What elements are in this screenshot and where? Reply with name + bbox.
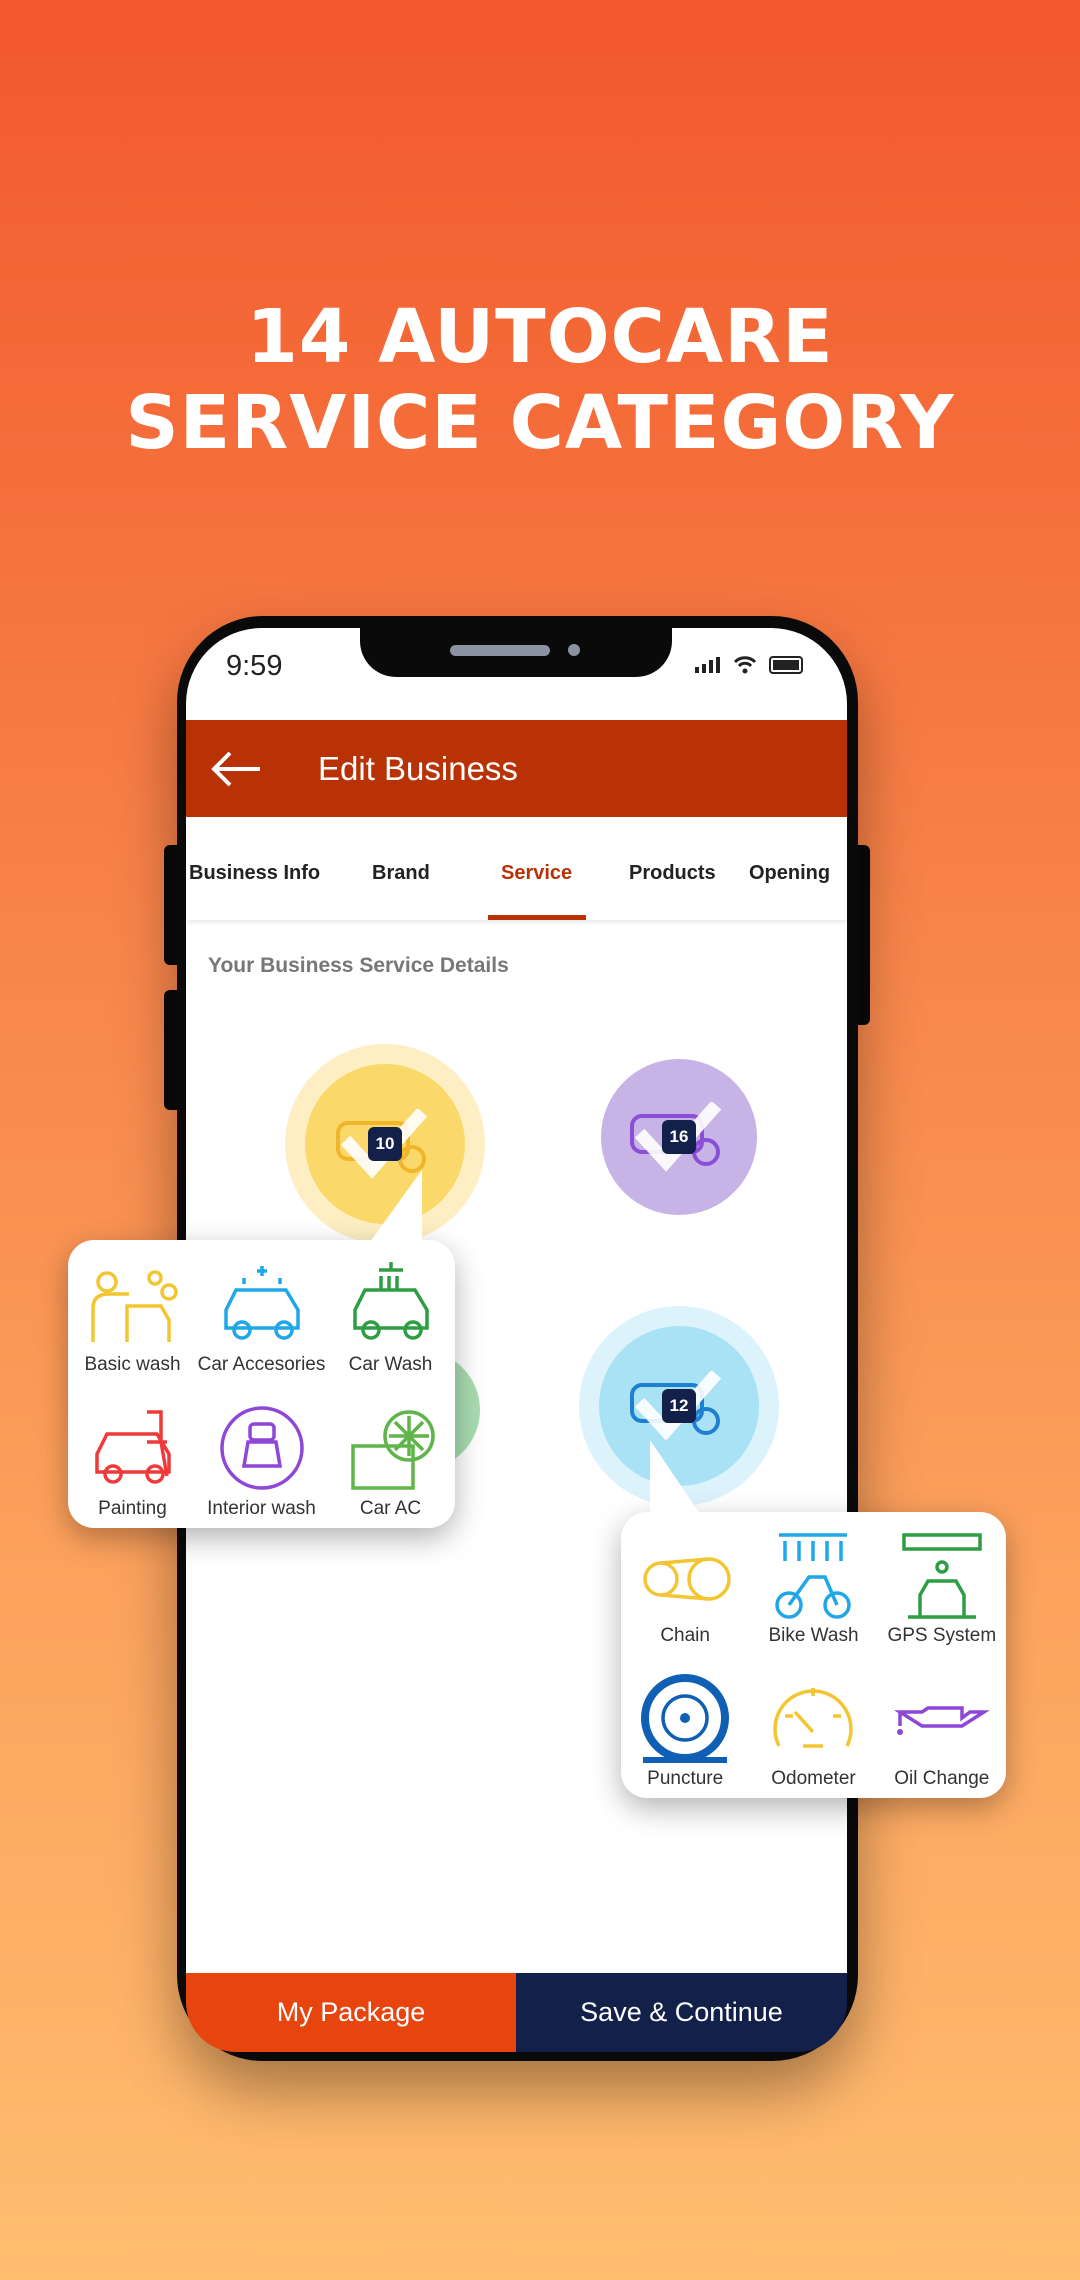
service-label: Interior wash	[207, 1498, 316, 1519]
service-car-accesories[interactable]: Car Accesories	[197, 1240, 326, 1384]
tab-service[interactable]: Service	[501, 862, 572, 885]
service-label: Odometer	[771, 1768, 856, 1789]
service-puncture[interactable]: Puncture	[621, 1655, 749, 1798]
section-title: Your Business Service Details	[208, 954, 509, 977]
service-chain[interactable]: Chain	[621, 1512, 749, 1655]
my-package-button[interactable]: My Package	[186, 1973, 516, 2052]
service-basic-wash[interactable]: Basic wash	[68, 1240, 197, 1384]
service-label: Bike Wash	[768, 1625, 859, 1646]
service-oil-change[interactable]: Oil Change	[878, 1655, 1006, 1798]
notch	[360, 628, 672, 677]
service-bike-wash[interactable]: Bike Wash	[749, 1512, 877, 1655]
service-label: Car AC	[359, 1498, 422, 1519]
service-car-wash[interactable]: Car Wash	[326, 1240, 455, 1384]
service-interior-wash[interactable]: Interior wash	[197, 1384, 326, 1528]
app-header: Edit Business	[186, 720, 847, 817]
camera	[568, 644, 580, 656]
service-car-ac[interactable]: Car AC	[326, 1384, 455, 1528]
service-label: Basic wash	[84, 1354, 181, 1375]
service-label: Car Accesories	[197, 1354, 326, 1375]
service-label: Oil Change	[894, 1768, 990, 1789]
tab-opening[interactable]: Opening	[749, 862, 830, 885]
snowflake-ac-icon	[350, 1410, 435, 1490]
page-title: Edit Business	[318, 749, 518, 787]
car-seat-icon	[219, 1406, 304, 1490]
person-washing-car-icon	[90, 1270, 178, 1342]
service-gps-system[interactable]: GPS System	[878, 1512, 1006, 1655]
bike-shower-icon	[775, 1533, 852, 1619]
service-label: GPS System	[887, 1625, 997, 1646]
popup-pointer	[650, 1440, 700, 1514]
wifi-icon	[733, 656, 757, 674]
arrow-left-icon[interactable]	[208, 749, 264, 789]
speaker	[450, 645, 550, 656]
service-label: Car Wash	[348, 1354, 433, 1375]
headline-line-2: SERVICE CATEGORY	[125, 380, 955, 466]
service-painting[interactable]: Painting	[68, 1384, 197, 1528]
tab-bar: Business Info Brand Service Products Ope…	[186, 817, 847, 920]
shower-car-icon	[352, 1262, 429, 1340]
status-icons	[695, 656, 805, 674]
count-badge: 10	[368, 1127, 402, 1161]
battery-icon	[769, 656, 803, 674]
tab-products[interactable]: Products	[629, 862, 716, 885]
oil-can-icon	[893, 1706, 990, 1735]
service-label: Chain	[660, 1625, 710, 1646]
bike-services-popup: Chain Bike Wash GPS System Puncture Odometer…	[621, 1512, 1006, 1798]
active-tab-indicator	[488, 915, 586, 920]
status-time: 9:59	[226, 650, 283, 682]
tab-business-info[interactable]: Business Info	[189, 862, 320, 885]
speedometer-icon	[773, 1688, 854, 1748]
gps-car-icon	[902, 1533, 982, 1619]
car-services-popup: Basic wash Car Accesories Car Wash Painting…	[68, 1240, 455, 1528]
save-continue-button[interactable]: Save & Continue	[516, 1973, 847, 2052]
count-badge: 12	[662, 1389, 696, 1423]
popup-pointer	[370, 1170, 422, 1242]
spray-gun-car-icon	[94, 1410, 171, 1484]
tab-brand[interactable]: Brand	[372, 862, 430, 885]
tyre-icon	[641, 1674, 730, 1763]
signal-icon	[695, 657, 720, 673]
chain-icon	[643, 1557, 731, 1601]
service-odometer[interactable]: Odometer	[749, 1655, 877, 1798]
service-label: Painting	[98, 1498, 167, 1519]
service-label: Puncture	[647, 1768, 724, 1789]
count-badge: 16	[662, 1120, 696, 1154]
sparkling-car-icon	[223, 1266, 300, 1340]
headline-line-1: 14 AUTOCARE	[246, 294, 834, 380]
